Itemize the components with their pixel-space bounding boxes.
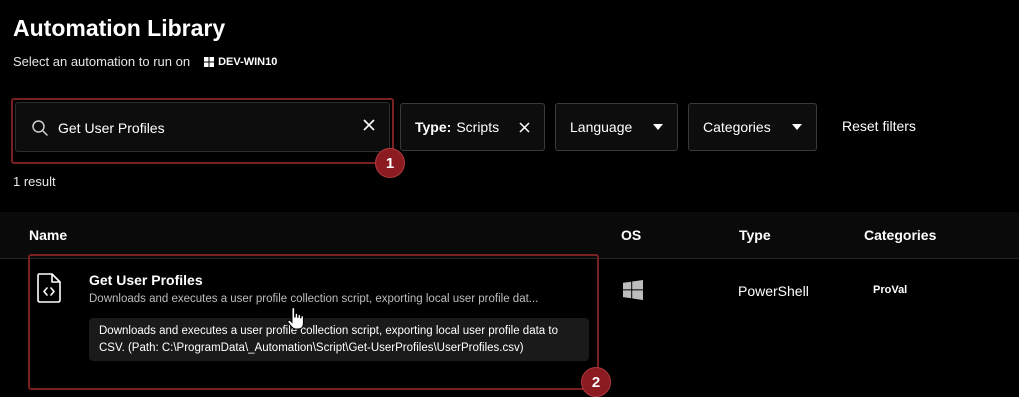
device-badge: DEV-WIN10 (204, 56, 277, 68)
column-header-os[interactable]: OS (621, 227, 641, 243)
search-icon (32, 120, 48, 136)
page-title: Automation Library (13, 15, 226, 41)
reset-filters-button[interactable]: Reset filters (842, 118, 916, 134)
type-filter-chip[interactable]: Type: Scripts (400, 103, 545, 151)
windows-icon (623, 280, 643, 300)
categories-dropdown-label: Categories (703, 119, 771, 135)
device-name: DEV-WIN10 (218, 55, 278, 68)
description-tooltip: Downloads and executes a user profile co… (89, 318, 589, 361)
category-badge: ProVal (873, 284, 908, 296)
script-file-icon (37, 273, 61, 303)
column-header-type[interactable]: Type (739, 227, 771, 243)
language-dropdown[interactable]: Language (555, 103, 678, 151)
page-subtitle: Select an automation to run on DEV-WIN10 (13, 54, 277, 69)
categories-dropdown[interactable]: Categories (688, 103, 817, 151)
windows-icon (204, 56, 215, 67)
remove-filter-icon[interactable] (519, 121, 530, 133)
annotation-marker-1: 1 (375, 148, 405, 178)
type-filter-value: Scripts (456, 119, 500, 135)
automation-type: PowerShell (738, 283, 809, 299)
clear-search-icon[interactable] (363, 119, 375, 131)
automation-name[interactable]: Get User Profiles (89, 272, 203, 288)
language-dropdown-label: Language (570, 119, 633, 135)
table-header: Name OS Type Categories (0, 212, 1019, 259)
search-input[interactable] (58, 117, 338, 139)
search-box[interactable] (15, 102, 390, 152)
chevron-down-icon (653, 124, 663, 130)
annotation-marker-2: 2 (581, 367, 611, 397)
automation-description: Downloads and executes a user profile co… (89, 293, 539, 305)
column-header-categories[interactable]: Categories (864, 227, 936, 243)
column-header-name[interactable]: Name (29, 227, 67, 243)
type-filter-label: Type: (415, 119, 452, 135)
subtitle-text: Select an automation to run on (13, 54, 191, 69)
hand-cursor-icon (287, 307, 304, 330)
result-count: 1 result (13, 174, 56, 189)
chevron-down-icon (792, 124, 802, 130)
